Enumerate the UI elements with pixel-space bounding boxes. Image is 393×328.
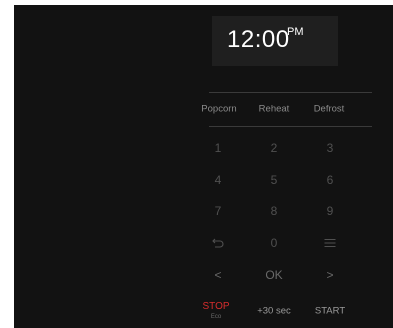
menu-icon bbox=[324, 239, 336, 248]
control-panel: 12:00 PM Popcorn Reheat Defrost 1 2 3 4 … bbox=[14, 5, 393, 328]
menu-button[interactable] bbox=[324, 239, 336, 248]
back-button[interactable] bbox=[212, 238, 224, 248]
key-5[interactable]: 5 bbox=[271, 174, 278, 186]
stop-button[interactable]: STOP Eco bbox=[202, 301, 230, 321]
left-arrow-button[interactable]: < bbox=[214, 269, 221, 281]
key-3[interactable]: 3 bbox=[327, 142, 334, 154]
eco-label: Eco bbox=[210, 314, 222, 320]
back-arrow-icon bbox=[212, 238, 224, 248]
key-2[interactable]: 2 bbox=[271, 142, 278, 154]
start-button[interactable]: START bbox=[315, 306, 345, 316]
clock-period: PM bbox=[287, 26, 304, 38]
stop-label: STOP bbox=[202, 301, 230, 312]
popcorn-button[interactable]: Popcorn bbox=[201, 104, 236, 114]
key-6[interactable]: 6 bbox=[327, 174, 334, 186]
defrost-button[interactable]: Defrost bbox=[314, 104, 345, 114]
key-7[interactable]: 7 bbox=[215, 205, 222, 217]
right-arrow-button[interactable]: > bbox=[326, 269, 333, 281]
key-4[interactable]: 4 bbox=[215, 174, 222, 186]
key-0[interactable]: 0 bbox=[271, 237, 278, 249]
clock-time: 12:00 bbox=[227, 26, 290, 53]
ok-button[interactable]: OK bbox=[265, 269, 282, 281]
function-divider bbox=[209, 126, 372, 127]
key-8[interactable]: 8 bbox=[271, 205, 278, 217]
add-30-sec-button[interactable]: +30 sec bbox=[257, 306, 291, 316]
clock-display: 12:00 PM bbox=[212, 16, 338, 66]
reheat-button[interactable]: Reheat bbox=[259, 104, 290, 114]
key-9[interactable]: 9 bbox=[327, 205, 334, 217]
key-1[interactable]: 1 bbox=[215, 142, 222, 154]
top-divider bbox=[209, 92, 372, 93]
